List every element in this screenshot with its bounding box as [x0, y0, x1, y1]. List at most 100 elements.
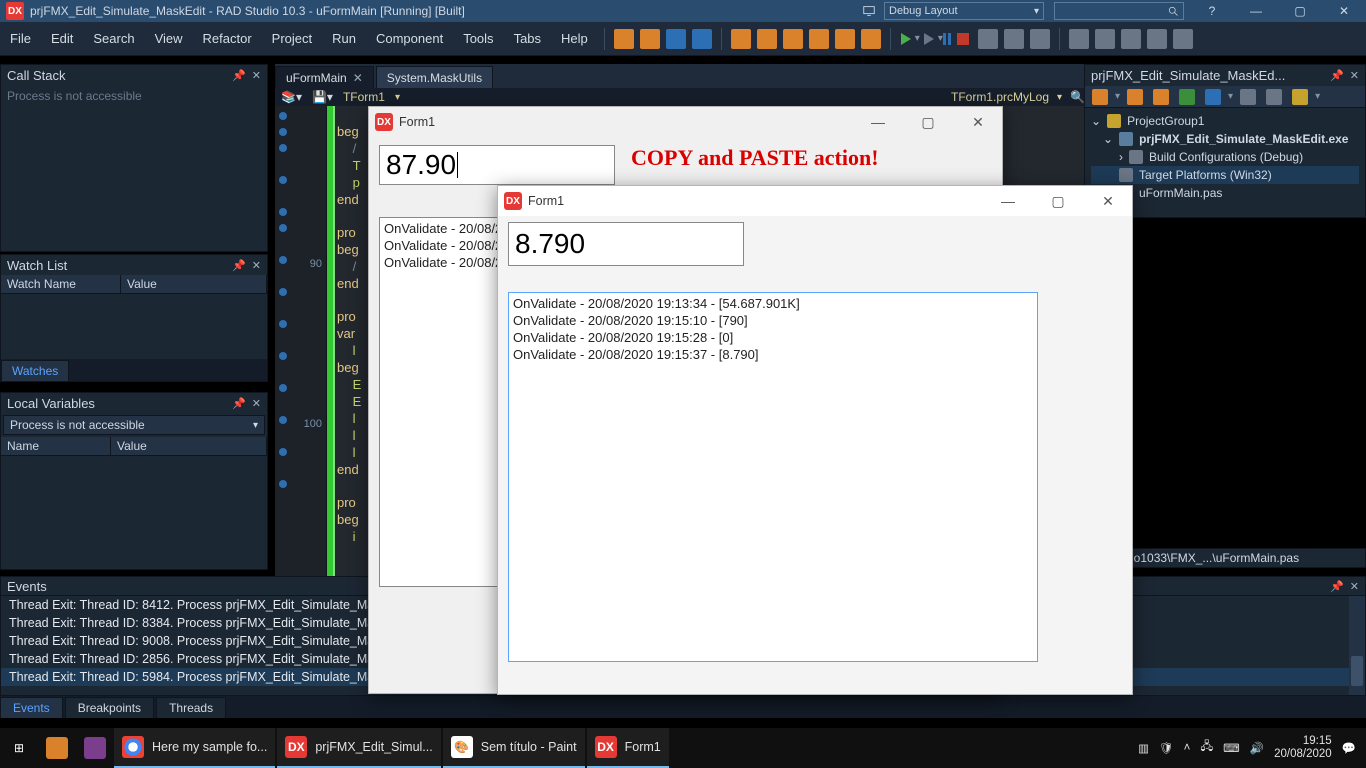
proj-node-exe[interactable]: prjFMX_Edit_Simulate_MaskEdit.exe: [1139, 132, 1348, 146]
menu-component[interactable]: Component: [366, 31, 453, 46]
pin-icon[interactable]: 📌: [232, 259, 246, 272]
menu-search[interactable]: Search: [83, 31, 144, 46]
proj-ico-8[interactable]: [1292, 89, 1308, 105]
close-button[interactable]: ✕: [1322, 0, 1366, 22]
pin-icon[interactable]: 📌: [1330, 580, 1344, 593]
close-button[interactable]: ✕: [956, 108, 1000, 136]
menu-run[interactable]: Run: [322, 31, 366, 46]
tray-shield-icon[interactable]: 🛡: [1159, 741, 1174, 755]
toolbar-save-icon[interactable]: [666, 29, 686, 49]
taskbar-radstudio[interactable]: DX prjFMX_Edit_Simul...: [277, 728, 440, 768]
watch-col-value[interactable]: Value: [121, 275, 267, 294]
close-icon[interactable]: ✕: [1350, 69, 1359, 82]
proj-ico-3[interactable]: [1153, 89, 1169, 105]
toolbar-doc2-icon[interactable]: [1095, 29, 1115, 49]
toolbar-new-icon[interactable]: [614, 29, 634, 49]
close-icon[interactable]: ✕: [1350, 580, 1359, 593]
proj-node-build[interactable]: Build Configurations (Debug): [1149, 150, 1303, 164]
tray-volume-icon[interactable]: 🔊: [1250, 741, 1264, 755]
minimize-button[interactable]: —: [986, 187, 1030, 215]
form1-front-edit[interactable]: 8.790: [508, 222, 744, 266]
form1-back-edit[interactable]: 87.90: [379, 145, 615, 185]
tray-action-center-icon[interactable]: 💬: [1342, 741, 1356, 755]
maximize-button[interactable]: ▢: [1036, 187, 1080, 215]
toolbar-step-icon[interactable]: [1004, 29, 1024, 49]
form1-back-titlebar[interactable]: DX Form1 — ▢ ✕: [369, 107, 1002, 137]
tray-nvidia-icon[interactable]: ▥: [1138, 741, 1149, 755]
locals-col-name[interactable]: Name: [1, 437, 111, 456]
menu-file[interactable]: File: [0, 31, 41, 46]
pin-icon[interactable]: 📌: [232, 69, 246, 82]
crumb-proc[interactable]: TForm1.prcMyLog: [951, 90, 1049, 104]
toolbar-run-icon[interactable]: [901, 33, 911, 45]
toolbar-run-nodebug-icon[interactable]: [924, 33, 934, 45]
menu-refactor[interactable]: Refactor: [193, 31, 262, 46]
proj-ico-4[interactable]: [1179, 89, 1195, 105]
toolbar-folder6-icon[interactable]: [861, 29, 881, 49]
locals-process-combo[interactable]: Process is not accessible ▾: [3, 415, 265, 435]
start-button[interactable]: ⊞: [0, 728, 38, 768]
events-tab-events[interactable]: Events: [0, 697, 63, 718]
help-button[interactable]: ?: [1190, 0, 1234, 22]
desktop-icon[interactable]: [862, 4, 876, 18]
close-icon[interactable]: ✕: [252, 397, 261, 410]
proj-ico-6[interactable]: [1240, 89, 1256, 105]
menu-edit[interactable]: Edit: [41, 31, 83, 46]
tray-chevron-up-icon[interactable]: ˄: [1184, 742, 1191, 754]
toolbar-folder5-icon[interactable]: [835, 29, 855, 49]
search-icon[interactable]: 🔍: [1070, 90, 1085, 104]
close-icon[interactable]: ✕: [252, 259, 261, 272]
editor-gutter[interactable]: 90 100: [275, 106, 327, 578]
events-tab-threads[interactable]: Threads: [156, 697, 226, 718]
menu-tools[interactable]: Tools: [453, 31, 503, 46]
toolbar-run-drop[interactable]: ▾: [915, 33, 920, 44]
toolbar-stepout-icon[interactable]: [1030, 29, 1050, 49]
locals-col-value[interactable]: Value: [111, 437, 267, 456]
menu-tabs[interactable]: Tabs: [504, 31, 551, 46]
form1-window-front[interactable]: DX Form1 — ▢ ✕ 8.790 OnValidate - 20/08/…: [497, 185, 1133, 695]
tray-clock[interactable]: 19:15 20/08/2020: [1274, 735, 1332, 761]
toolbar-doc5-icon[interactable]: [1173, 29, 1193, 49]
menu-project[interactable]: Project: [262, 31, 322, 46]
proj-ico-7[interactable]: [1266, 89, 1282, 105]
pin-icon[interactable]: 📌: [1330, 69, 1344, 82]
taskbar-paint[interactable]: 🎨 Sem título - Paint: [443, 728, 585, 768]
close-icon[interactable]: ✕: [252, 69, 261, 82]
toolbar-saveall-icon[interactable]: [692, 29, 712, 49]
close-icon[interactable]: ✕: [353, 71, 363, 85]
toolbar-open-icon[interactable]: [640, 29, 660, 49]
close-button[interactable]: ✕: [1086, 187, 1130, 215]
proj-node-target[interactable]: Target Platforms (Win32): [1139, 168, 1272, 182]
proj-node-unit[interactable]: uFormMain.pas: [1139, 186, 1222, 200]
tab-maskutils[interactable]: System.MaskUtils: [376, 66, 493, 88]
pin-icon[interactable]: 📌: [232, 397, 246, 410]
taskbar-explorer[interactable]: [38, 728, 76, 768]
taskbar-winrar[interactable]: [76, 728, 114, 768]
ide-search[interactable]: [1054, 2, 1184, 20]
taskbar-chrome[interactable]: Here my sample fo...: [114, 728, 275, 768]
form1-front-log[interactable]: OnValidate - 20/08/2020 19:13:34 - [54.6…: [508, 292, 1038, 662]
toolbar-stop-icon[interactable]: [957, 33, 969, 45]
toolbar-doc4-icon[interactable]: [1147, 29, 1167, 49]
toolbar-pause-icon[interactable]: [943, 33, 951, 45]
watch-col-name[interactable]: Watch Name: [1, 275, 121, 294]
toolbar-trace-icon[interactable]: [978, 29, 998, 49]
menu-help[interactable]: Help: [551, 31, 598, 46]
tray-network-icon[interactable]: 🖧: [1200, 739, 1213, 758]
toolbar-folder3-icon[interactable]: [783, 29, 803, 49]
proj-ico-1[interactable]: [1092, 89, 1108, 105]
watch-tab[interactable]: Watches: [1, 360, 69, 381]
tab-uformmain[interactable]: uFormMain✕: [275, 66, 374, 88]
taskbar-form1[interactable]: DX Form1: [587, 728, 669, 768]
minimize-button[interactable]: —: [1234, 0, 1278, 22]
system-tray[interactable]: ▥ 🛡 ˄ 🖧 ⌨ 🔊 19:15 20/08/2020 💬: [1128, 735, 1366, 761]
toolbar-doc3-icon[interactable]: [1121, 29, 1141, 49]
toolbar-folder4-icon[interactable]: [809, 29, 829, 49]
proj-ico-2[interactable]: [1127, 89, 1143, 105]
tray-language-icon[interactable]: ⌨: [1223, 741, 1240, 755]
toolbar-folder1-icon[interactable]: [731, 29, 751, 49]
layout-selector[interactable]: Debug Layout ▾: [884, 2, 1044, 20]
form1-front-titlebar[interactable]: DX Form1 — ▢ ✕: [498, 186, 1132, 216]
minimize-button[interactable]: —: [856, 108, 900, 136]
menu-view[interactable]: View: [145, 31, 193, 46]
